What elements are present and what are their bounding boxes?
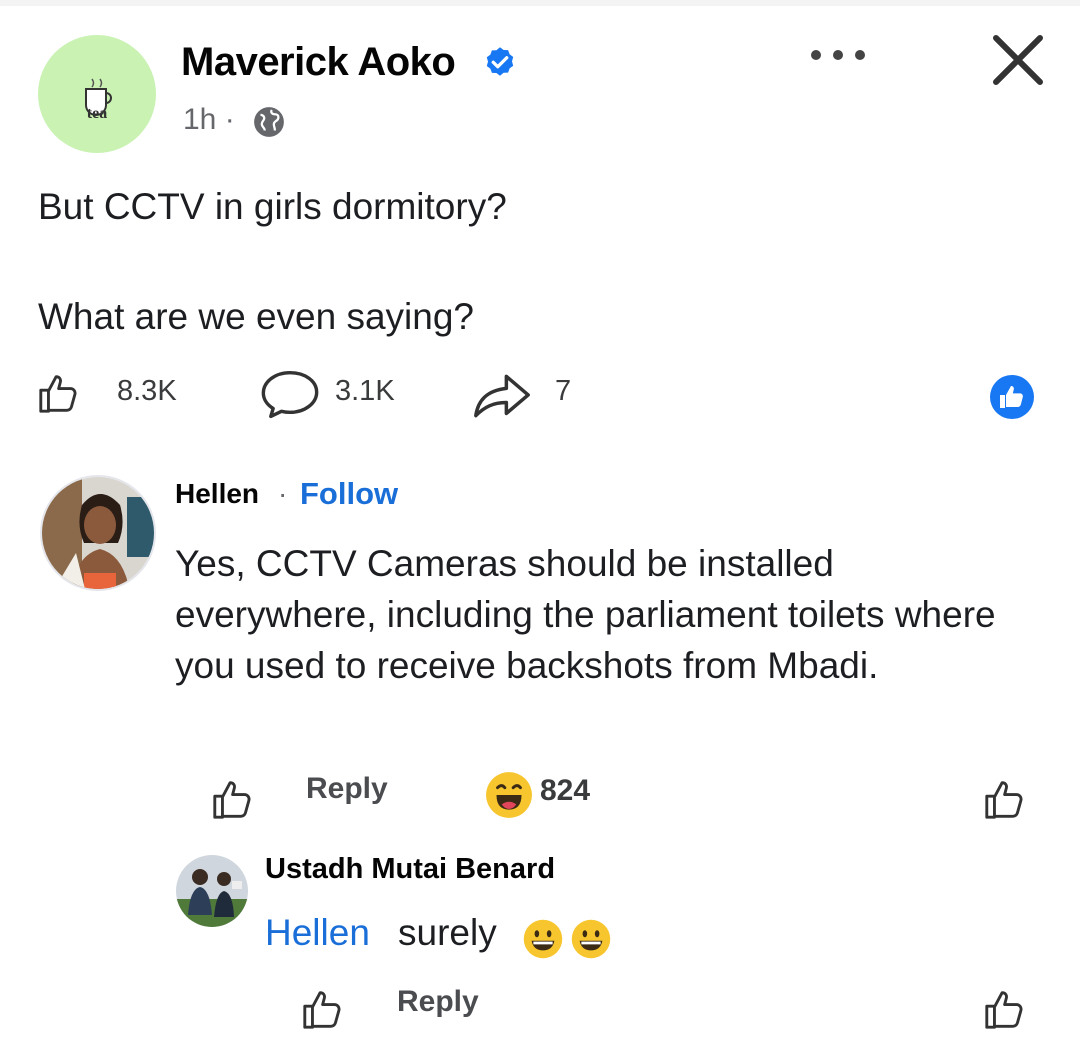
grinning-face-emoji-icon <box>523 919 563 959</box>
like-count: 8.3K <box>117 375 177 407</box>
share-count: 7 <box>555 375 572 407</box>
post-text-line-2: What are we even saying? <box>38 296 475 337</box>
commenter-avatar-hellen[interactable] <box>40 475 156 591</box>
post-timestamp[interactable]: 1h · <box>183 103 235 137</box>
comment-author-name[interactable]: Hellen <box>175 478 259 510</box>
reply-button[interactable]: Reply <box>306 772 388 806</box>
reply-like-icon[interactable] <box>300 985 346 1033</box>
post-text-line-1: But CCTV in girls dormitory? <box>38 186 507 227</box>
reaction-count[interactable]: 824 <box>540 774 590 808</box>
comment-count: 3.1K <box>335 375 395 407</box>
close-icon[interactable] <box>990 32 1046 88</box>
comment-bubble-icon[interactable] <box>258 368 322 420</box>
mention-link[interactable]: Hellen <box>265 912 370 954</box>
grinning-face-emoji-icon <box>571 919 611 959</box>
top-divider <box>0 0 1080 6</box>
comment-like-icon[interactable] <box>210 775 256 823</box>
side-like-icon[interactable] <box>982 775 1028 823</box>
side-like-icon[interactable] <box>982 985 1028 1033</box>
commenter-avatar-ustadh[interactable] <box>176 855 248 927</box>
globe-icon <box>254 107 284 137</box>
follow-button[interactable]: Follow <box>300 476 398 512</box>
profile-photo-image <box>176 855 248 927</box>
post-author-name[interactable]: Maverick Aoko <box>181 40 456 85</box>
teacup-icon <box>85 78 112 116</box>
reply-text: surely <box>398 912 497 953</box>
comment-text: Yes, CCTV Cameras should be installed ev… <box>175 543 996 686</box>
share-arrow-icon[interactable] <box>468 372 536 420</box>
verified-badge-icon <box>486 47 514 76</box>
more-options-icon[interactable] <box>808 45 868 65</box>
reply-author-name[interactable]: Ustadh Mutai Benard <box>265 853 555 886</box>
haha-reaction-icon <box>486 772 532 818</box>
thumbs-up-outline-icon[interactable] <box>36 368 82 418</box>
avatar-label: tea <box>86 105 108 122</box>
like-reaction-badge-icon[interactable] <box>988 373 1036 421</box>
profile-photo-image <box>42 477 154 589</box>
reply-button[interactable]: Reply <box>397 985 479 1019</box>
separator-dot: · <box>278 478 288 509</box>
page-avatar[interactable]: tea <box>38 35 156 153</box>
